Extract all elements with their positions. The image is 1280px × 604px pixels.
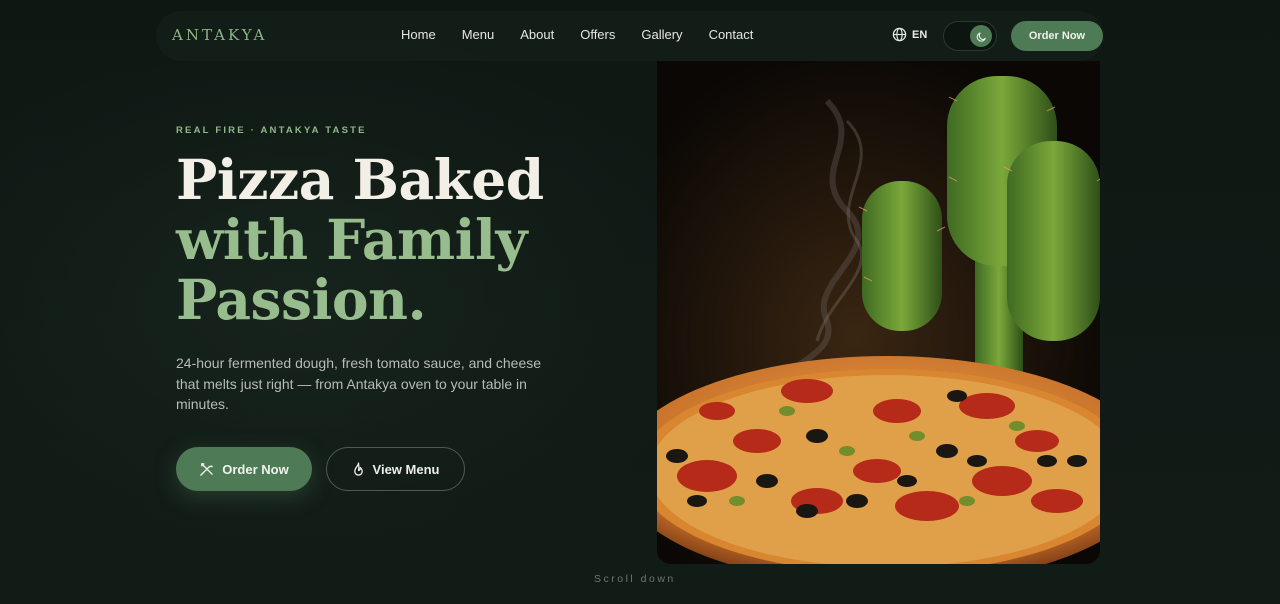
headline-line-2: with Family: [176, 207, 527, 272]
order-now-label: Order Now: [222, 461, 289, 477]
utensils-icon: [200, 462, 214, 476]
hero-image-pizza-cactus: [657, 61, 1100, 564]
headline-line-3: Passion.: [176, 267, 427, 332]
brand-logo[interactable]: ANTAKYA: [172, 26, 267, 44]
flame-icon: [353, 461, 363, 476]
pizza-cactus-illustration: [657, 61, 1100, 564]
nav-link-about[interactable]: About: [520, 27, 554, 42]
globe-icon: [892, 27, 907, 42]
order-now-button[interactable]: Order Now: [176, 447, 312, 491]
language-switcher[interactable]: EN: [892, 27, 927, 42]
nav-link-gallery[interactable]: Gallery: [641, 27, 682, 42]
language-label: EN: [912, 28, 928, 41]
nav-link-offers[interactable]: Offers: [580, 27, 615, 42]
nav-link-home[interactable]: Home: [401, 27, 436, 42]
hero-eyebrow: REAL FIRE · ANTAKYA TASTE: [176, 125, 367, 136]
moon-icon: [976, 32, 986, 42]
view-menu-button[interactable]: View Menu: [326, 447, 465, 491]
nav-link-contact[interactable]: Contact: [709, 27, 754, 42]
headline-line-1: Pizza Baked: [176, 147, 544, 212]
nav-links: Home Menu About Offers Gallery Contact: [401, 27, 779, 42]
hero-headline: Pizza Baked with Family Passion.: [176, 150, 544, 330]
top-navbar: ANTAKYA Home Menu About Offers Gallery C…: [156, 11, 1104, 61]
theme-toggle[interactable]: [943, 21, 997, 51]
scroll-down-hint[interactable]: Scroll down: [594, 573, 676, 585]
theme-knob: [970, 25, 992, 47]
view-menu-label: View Menu: [372, 461, 440, 477]
nav-link-menu[interactable]: Menu: [462, 27, 495, 42]
hero-description: 24-hour fermented dough, fresh tomato sa…: [176, 355, 542, 412]
nav-order-button[interactable]: Order Now: [1011, 21, 1103, 51]
